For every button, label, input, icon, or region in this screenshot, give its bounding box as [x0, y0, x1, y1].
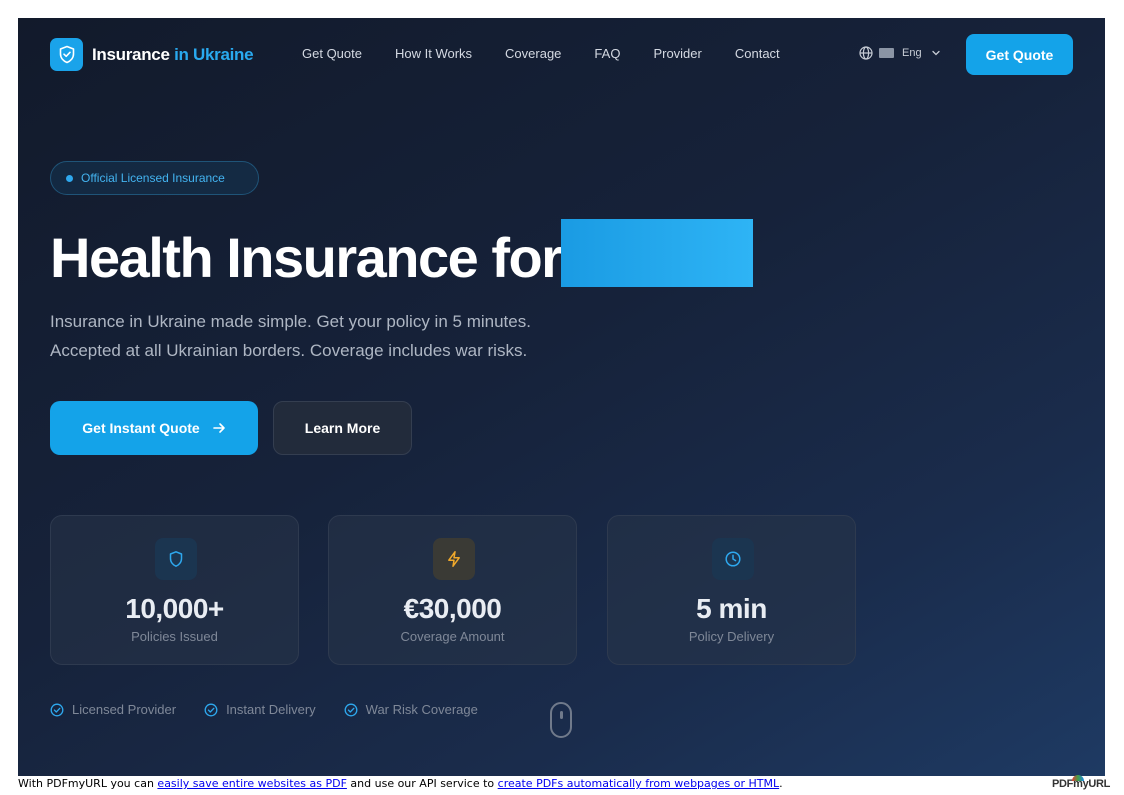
nav-link-coverage[interactable]: Coverage	[505, 46, 561, 61]
shield-icon	[155, 538, 197, 580]
hero-headline: Health Insurance for	[50, 226, 563, 289]
check-circle-icon	[50, 703, 64, 716]
learn-more-button[interactable]: Learn More	[273, 401, 412, 455]
headline-highlight	[561, 219, 753, 287]
badge-dot	[66, 174, 73, 182]
mouse-wheel	[560, 711, 563, 719]
check-circle-icon	[344, 703, 358, 716]
clock-icon	[712, 538, 754, 580]
feature-item: Instant Delivery	[204, 702, 316, 717]
hero-section: Insurance in Ukraine Get Quote How It Wo…	[18, 18, 1105, 776]
footer-link-save-websites[interactable]: easily save entire websites as PDF	[157, 777, 347, 790]
brand-name-accent: in Ukraine	[174, 44, 254, 64]
top-nav: Insurance in Ukraine Get Quote How It Wo…	[18, 18, 1105, 90]
feature-list: Licensed Provider Instant Delivery War R…	[50, 702, 506, 717]
feature-label: War Risk Coverage	[365, 702, 478, 717]
brand-name: Insurance in Ukraine	[92, 44, 254, 65]
nav-link-faq[interactable]: FAQ	[594, 46, 620, 61]
feature-item: Licensed Provider	[50, 702, 176, 717]
check-circle-icon	[204, 703, 218, 716]
language-label: Eng	[902, 47, 922, 59]
brand-logo[interactable]: Insurance in Ukraine	[50, 38, 254, 71]
pdf-footer: With PDFmyURL you can easily save entire…	[18, 777, 783, 790]
lightning-icon	[433, 538, 475, 580]
stat-card-coverage: €30,000 Coverage Amount	[328, 515, 577, 665]
shield-logo-icon	[50, 38, 83, 71]
get-instant-quote-label: Get Instant Quote	[82, 420, 200, 436]
badge-text: Official Licensed Insurance	[81, 171, 225, 185]
nav-link-provider[interactable]: Provider	[653, 46, 701, 61]
stat-value: 10,000+	[125, 593, 224, 624]
get-instant-quote-button[interactable]: Get Instant Quote	[50, 401, 258, 455]
stat-label: Policy Delivery	[688, 629, 775, 644]
chevron-down-icon	[931, 50, 940, 56]
hero-subtitle: Insurance in Ukraine made simple. Get yo…	[50, 307, 670, 365]
feature-label: Licensed Provider	[72, 702, 177, 717]
footer-prefix: With PDFmyURL you can	[18, 777, 154, 790]
stat-label: Policies Issued	[131, 629, 218, 644]
stat-value: 5 min	[696, 593, 767, 624]
brand-name-primary: Insurance	[92, 44, 170, 64]
feature-label: Instant Delivery	[226, 702, 316, 717]
stat-card-policies: 10,000+ Policies Issued	[50, 515, 299, 665]
nav-link-how-it-works[interactable]: How It Works	[395, 46, 472, 61]
hero-subtitle-line-2: Accepted at all Ukrainian borders. Cover…	[50, 341, 528, 360]
footer-link-create-pdfs[interactable]: create PDFs automatically from webpages …	[498, 777, 779, 790]
globe-icon	[859, 46, 873, 60]
page: Insurance in Ukraine Get Quote How It Wo…	[0, 0, 1124, 795]
arrow-right-icon	[212, 423, 225, 433]
hero-subtitle-line-1: Insurance in Ukraine made simple. Get yo…	[50, 312, 531, 331]
flag-icon	[879, 48, 894, 58]
stat-value: €30,000	[403, 593, 502, 624]
stat-card-delivery: 5 min Policy Delivery	[607, 515, 856, 665]
nav-link-contact[interactable]: Contact	[735, 46, 780, 61]
stat-label: Coverage Amount	[400, 629, 505, 644]
language-selector[interactable]: Eng	[859, 46, 941, 60]
nav-get-quote-button[interactable]: Get Quote	[966, 34, 1073, 75]
logo-mark	[1072, 775, 1084, 781]
nav-link-get-quote[interactable]: Get Quote	[302, 46, 362, 61]
footer-suffix: .	[779, 777, 783, 790]
scroll-mouse-icon[interactable]	[550, 702, 572, 738]
pdfmyurl-logo[interactable]: PDFmyURL	[1052, 775, 1110, 790]
footer-middle: and use our API service to	[350, 777, 495, 790]
nav-links: Get Quote How It Works Coverage FAQ Prov…	[302, 46, 813, 61]
licensed-badge: Official Licensed Insurance	[50, 161, 259, 195]
feature-item: War Risk Coverage	[344, 702, 478, 717]
